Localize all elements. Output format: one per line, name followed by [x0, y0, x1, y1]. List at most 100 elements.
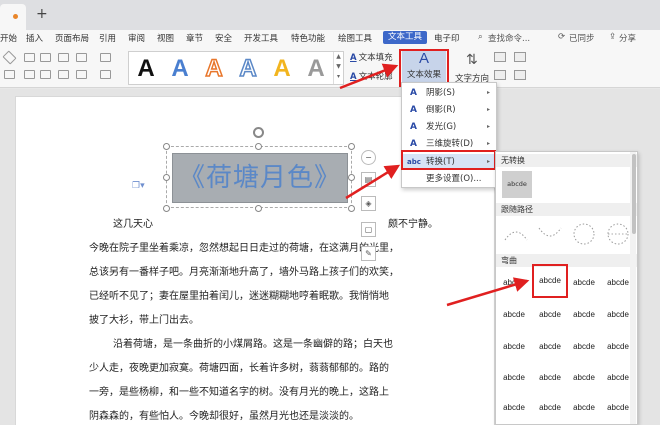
font-size-icon[interactable]: [100, 53, 111, 62]
menu-page-layout[interactable]: 页面布局: [55, 32, 89, 44]
numbered-list-icon[interactable]: [40, 53, 51, 62]
warp-option[interactable]: abcde: [498, 334, 530, 360]
collapse-icon[interactable]: −: [361, 150, 376, 165]
indent-icon[interactable]: [58, 53, 69, 62]
highlight-box-transform: [401, 150, 496, 170]
fill-icon[interactable]: ◈: [361, 196, 376, 211]
style-orange-outline[interactable]: A: [199, 52, 229, 86]
warp-option[interactable]: abcde: [568, 395, 600, 421]
menu-item-shadow[interactable]: A 阴影(S) ▸: [402, 85, 496, 101]
align-right-icon[interactable]: [40, 70, 51, 79]
style-gray[interactable]: A: [301, 52, 331, 86]
justify-icon[interactable]: [58, 70, 69, 79]
menu-security[interactable]: 安全: [215, 32, 232, 44]
eraser-icon[interactable]: [2, 50, 17, 65]
menu-item-label: 三维旋转(D): [426, 139, 474, 149]
sync-status[interactable]: 已同步: [569, 32, 595, 44]
no-transform-option[interactable]: abcde: [502, 171, 532, 198]
command-search[interactable]: 查找命令...: [488, 32, 530, 44]
align-text-icon[interactable]: [494, 52, 506, 62]
style-black[interactable]: A: [131, 52, 161, 86]
submenu-scroll-thumb[interactable]: [632, 154, 636, 234]
document-tab[interactable]: [0, 4, 26, 30]
paragraph-line: 阴森森的，有些怕人。今晚却很好，虽然月光也还是淡淡的。: [89, 411, 359, 422]
new-tab-button[interactable]: +: [36, 6, 48, 22]
menu-item-label: 阴影(S): [426, 88, 456, 98]
style-blue[interactable]: A: [165, 52, 195, 86]
warp-option[interactable]: abcde: [534, 334, 566, 360]
text-style-gallery: A A A A A A ▲ ▼ ▾: [128, 51, 344, 85]
menu-insert[interactable]: 插入: [26, 32, 43, 44]
resize-handle[interactable]: [255, 205, 262, 212]
warp-option[interactable]: abcde: [534, 365, 566, 391]
text-box-icon[interactable]: [494, 70, 506, 80]
text-outline-button[interactable]: A 文本轮廓: [350, 70, 393, 82]
ribbon: A A A A A A ▲ ▼ ▾ A 文本填充 A 文本轮廓 A 文本效果 ⇅ 文字方…: [0, 46, 660, 88]
warp-option[interactable]: abcde: [498, 302, 530, 328]
reflection-icon: A: [410, 105, 417, 115]
bullet-list-icon[interactable]: [24, 53, 35, 62]
warp-option[interactable]: abcde: [498, 270, 530, 296]
path-circle[interactable]: [570, 220, 598, 248]
menu-item-glow[interactable]: A 发光(G) ▸: [402, 119, 496, 135]
paragraph-line: 披了大衫，带上门出去。: [89, 315, 199, 326]
style-gold[interactable]: A: [267, 52, 297, 86]
paragraph-line: 总该另有一番样子吧。月亮渐渐地升高了，墙外马路上孩子们的欢笑，: [89, 267, 399, 278]
warp-option-selected[interactable]: abcde: [532, 264, 568, 298]
rotate-handle[interactable]: [253, 127, 264, 138]
menu-drawing-tools[interactable]: 绘图工具: [338, 32, 372, 44]
menu-item-label: 更多设置(O)...: [426, 174, 482, 184]
align-left-icon[interactable]: [4, 70, 15, 79]
share-button[interactable]: 分享: [619, 32, 636, 44]
resize-handle[interactable]: [255, 143, 262, 150]
warp-option[interactable]: abcde: [498, 395, 530, 421]
menu-references[interactable]: 引用: [99, 32, 116, 44]
menu-e-seal[interactable]: 电子印: [434, 32, 460, 44]
paragraph-line: 这几天心: [113, 219, 153, 230]
text-effect-menu: A 阴影(S) ▸ A 倒影(R) ▸ A 发光(G) ▸ A 三维旋转(D) …: [401, 82, 497, 188]
glow-icon: A: [410, 122, 417, 132]
warp-option[interactable]: abcde: [568, 334, 600, 360]
menu-item-more-settings[interactable]: 更多设置(O)...: [402, 171, 496, 187]
outline-icon[interactable]: ▢: [361, 222, 376, 237]
warp-option[interactable]: abcde: [568, 302, 600, 328]
outdent-icon[interactable]: [76, 53, 87, 62]
text-direction-button[interactable]: ⇅ 文字方向: [452, 50, 492, 86]
menu-features[interactable]: 特色功能: [291, 32, 325, 44]
text-fill-button[interactable]: A 文本填充: [350, 51, 393, 63]
line-spacing-icon[interactable]: [100, 70, 111, 79]
menu-item-reflection[interactable]: A 倒影(R) ▸: [402, 102, 496, 118]
menu-review[interactable]: 审阅: [128, 32, 145, 44]
menu-view[interactable]: 视图: [157, 32, 174, 44]
layout-options-icon[interactable]: ▤: [361, 172, 376, 187]
align-center-icon[interactable]: [24, 70, 35, 79]
style-blue-outline[interactable]: A: [233, 52, 263, 86]
paragraph-line: 颇不宁静。: [388, 219, 438, 230]
break-link-icon[interactable]: [514, 70, 526, 80]
warp-option[interactable]: abcde: [568, 270, 600, 296]
menu-text-tools[interactable]: 文本工具: [383, 31, 428, 44]
menu-developer[interactable]: 开发工具: [244, 32, 278, 44]
distribute-icon[interactable]: [76, 70, 87, 79]
menu-chapter[interactable]: 章节: [186, 32, 203, 44]
link-icon[interactable]: [514, 52, 526, 62]
resize-handle[interactable]: [348, 174, 355, 181]
resize-handle[interactable]: [348, 143, 355, 150]
menu-start[interactable]: 开始: [0, 32, 17, 44]
path-arch-up[interactable]: [502, 220, 530, 248]
gallery-scroll[interactable]: ▲ ▼ ▾: [333, 52, 343, 84]
paragraph-line: 少人走，夜晚更加寂寞。荷塘四面，长着许多树，蓊蓊郁郁的。路的: [89, 363, 389, 374]
path-arch-down[interactable]: [536, 220, 564, 248]
wordart-text[interactable]: 《荷塘月色》: [172, 153, 348, 203]
resize-handle[interactable]: [163, 143, 170, 150]
warp-option[interactable]: abcde: [568, 365, 600, 391]
path-button[interactable]: [604, 220, 632, 248]
resize-handle[interactable]: [163, 174, 170, 181]
paste-options-icon[interactable]: ❐▾: [132, 181, 145, 191]
warp-option[interactable]: abcde: [534, 302, 566, 328]
warp-option[interactable]: abcde: [534, 395, 566, 421]
resize-handle[interactable]: [348, 205, 355, 212]
warp-option[interactable]: abcde: [498, 365, 530, 391]
resize-handle[interactable]: [163, 205, 170, 212]
pen-icon[interactable]: ✎: [361, 246, 376, 261]
